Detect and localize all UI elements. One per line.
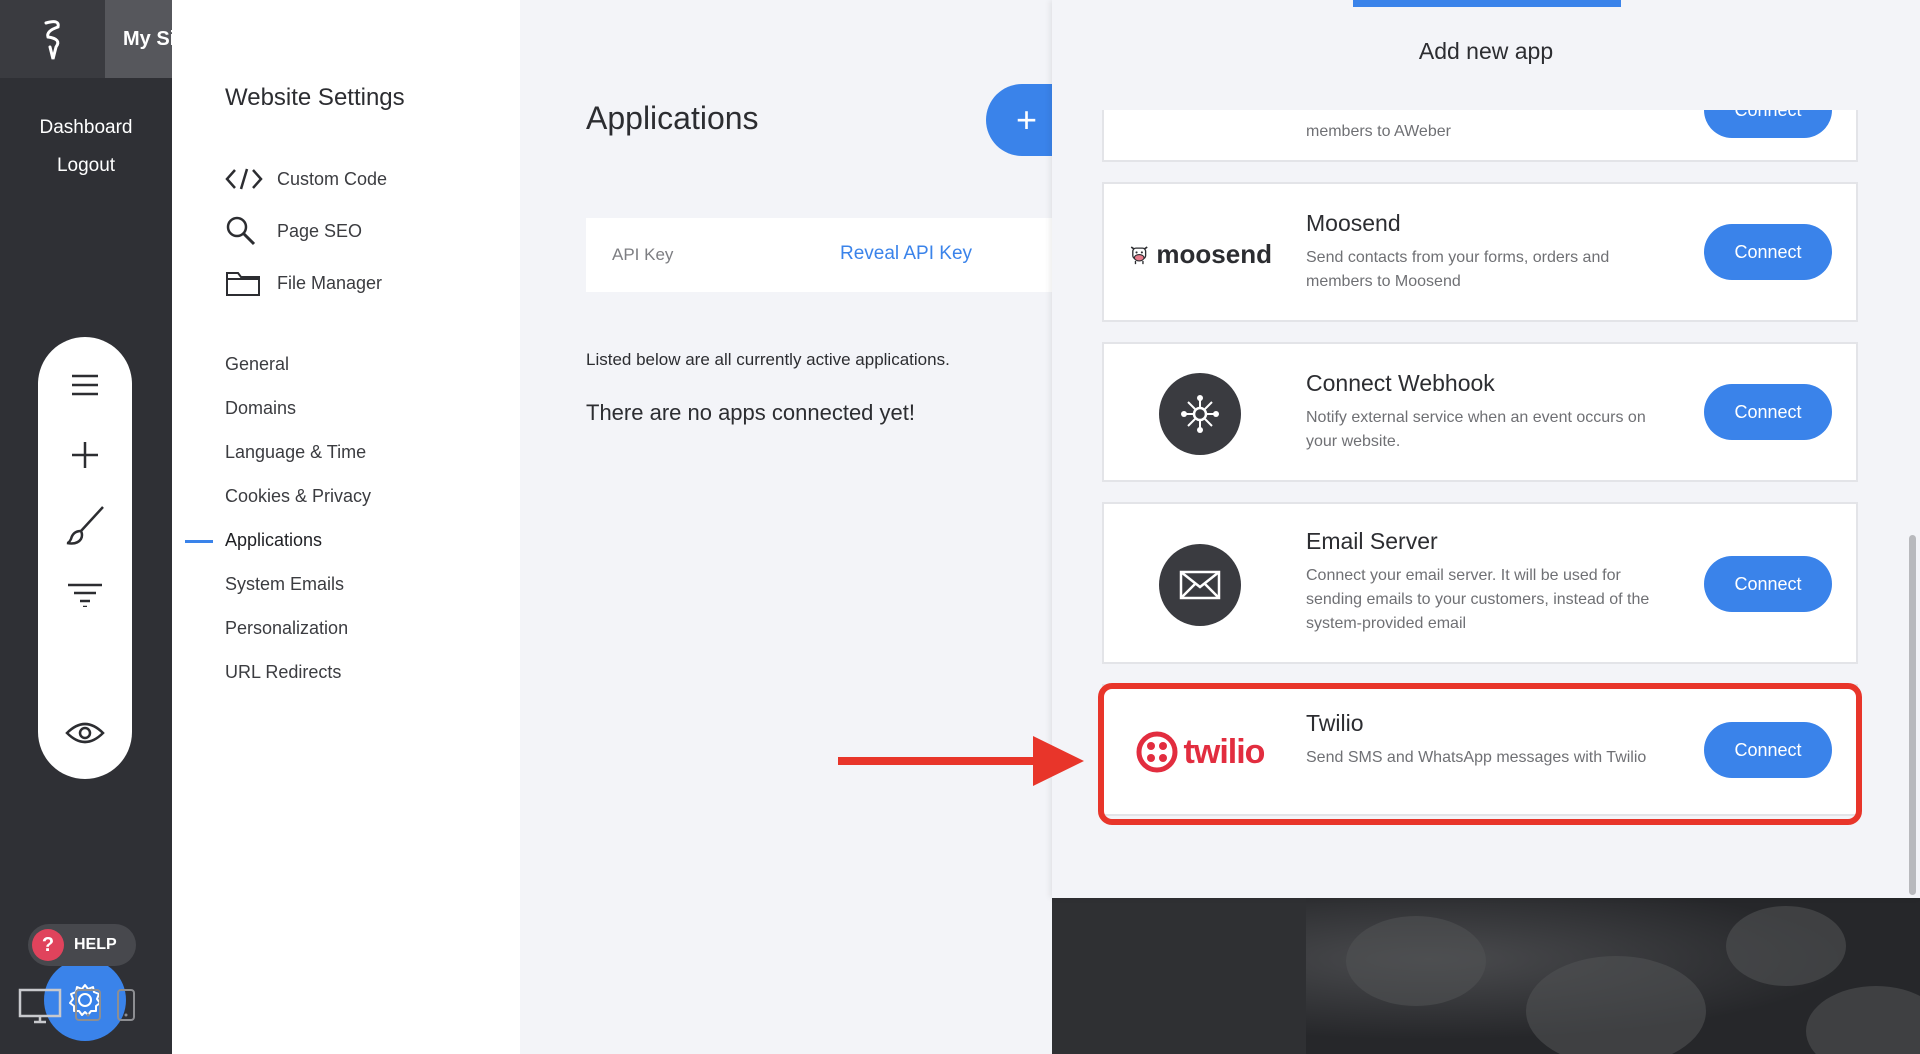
api-key-row: API Key Reveal API Key [586, 218, 1052, 292]
app-card-moosend: moosend Moosend Send contacts from your … [1102, 182, 1858, 322]
custom-code-label: Custom Code [277, 168, 388, 189]
background-image [1306, 896, 1920, 1054]
api-key-label: API Key [612, 245, 674, 264]
app-card-webhook: Connect Webhook Notify external service … [1102, 342, 1858, 482]
webhook-desc: Notify external service when an event oc… [1306, 409, 1646, 450]
app-card-email-server: Email Server Connect your email server. … [1102, 502, 1858, 664]
applications-main: Applications + API Key Reveal API Key Li… [520, 0, 1066, 1054]
nav-system-emails[interactable]: System Emails [225, 574, 344, 595]
settings-title: Website Settings [225, 84, 405, 111]
moosend-name: Moosend [1306, 210, 1401, 236]
settings-panel: Website Settings Custom Code Page SEO Fi… [172, 0, 520, 1054]
nav-cookies-privacy[interactable]: Cookies & Privacy [225, 486, 371, 507]
email-server-desc: Connect your email server. It will be us… [1306, 567, 1650, 632]
nav-language-time[interactable]: Language & Time [225, 442, 366, 463]
moosend-cow-icon [1130, 246, 1148, 265]
page-seo-label: Page SEO [277, 220, 363, 241]
tool-pill [38, 337, 132, 1041]
plus-icon[interactable] [38, 429, 132, 481]
help-label: HELP [74, 936, 117, 953]
active-nav-indicator [185, 540, 213, 543]
panel-accent-bar [1353, 0, 1621, 7]
filter-icon[interactable] [38, 569, 132, 621]
annotation-arrow-icon [838, 736, 1084, 786]
editor-rail: My Si Dashboard Logout ? HELP [0, 0, 172, 1054]
webhook-name: Connect Webhook [1306, 370, 1495, 396]
site-tab[interactable]: My Si [105, 0, 172, 78]
desktop-icon[interactable] [18, 988, 62, 1029]
webhook-connect-button[interactable]: Connect [1704, 384, 1832, 440]
nav-applications[interactable]: Applications [225, 530, 322, 551]
file-manager-link[interactable]: File Manager [225, 268, 382, 298]
nav-personalization[interactable]: Personalization [225, 618, 348, 639]
nav-general[interactable]: General [225, 354, 289, 375]
eye-icon[interactable] [38, 707, 132, 759]
panel-scrollbar[interactable] [1909, 535, 1916, 895]
file-manager-label: File Manager [277, 272, 383, 293]
mobile-icon[interactable] [116, 988, 136, 1027]
aweber-desc: members to AWeber [1306, 123, 1451, 140]
custom-code-link[interactable]: Custom Code [225, 164, 387, 194]
tablet-icon[interactable] [74, 988, 102, 1027]
logout-link[interactable]: Logout [0, 155, 172, 177]
search-icon [225, 216, 265, 246]
aweber-connect-button[interactable]: Connect [1704, 110, 1832, 138]
brush-icon[interactable] [38, 499, 132, 551]
logo-icon [44, 20, 60, 60]
moosend-logo-text: moosend [1156, 238, 1272, 269]
moosend-connect-button[interactable]: Connect [1704, 224, 1832, 280]
moosend-logo: moosend [1128, 226, 1272, 282]
moosend-desc: Send contacts from your forms, orders an… [1306, 249, 1610, 290]
menu-icon[interactable] [38, 359, 132, 411]
page-seo-link[interactable]: Page SEO [225, 216, 362, 246]
dashboard-link[interactable]: Dashboard [0, 117, 172, 139]
envelope-icon [1159, 544, 1241, 626]
help-icon: ? [32, 929, 64, 961]
code-icon [225, 164, 265, 194]
page-title: Applications [586, 100, 759, 136]
email-server-connect-button[interactable]: Connect [1704, 556, 1832, 612]
app-card-aweber: members to AWeber Connect [1102, 110, 1858, 162]
panel-title: Add new app [1418, 38, 1554, 64]
webhook-icon [1159, 373, 1241, 455]
help-button[interactable]: ? HELP [28, 924, 136, 966]
reveal-api-key-link[interactable]: Reveal API Key [840, 243, 972, 265]
nav-url-redirects[interactable]: URL Redirects [225, 662, 341, 683]
email-server-logo [1128, 542, 1272, 628]
webhook-logo [1128, 371, 1272, 457]
twilio-highlight-box [1098, 683, 1862, 825]
logo[interactable] [0, 0, 105, 78]
empty-state-text: There are no apps connected yet! [586, 400, 915, 425]
email-server-name: Email Server [1306, 528, 1438, 554]
listed-text: Listed below are all currently active ap… [586, 350, 950, 369]
folder-icon [225, 268, 265, 298]
nav-domains[interactable]: Domains [225, 398, 296, 419]
